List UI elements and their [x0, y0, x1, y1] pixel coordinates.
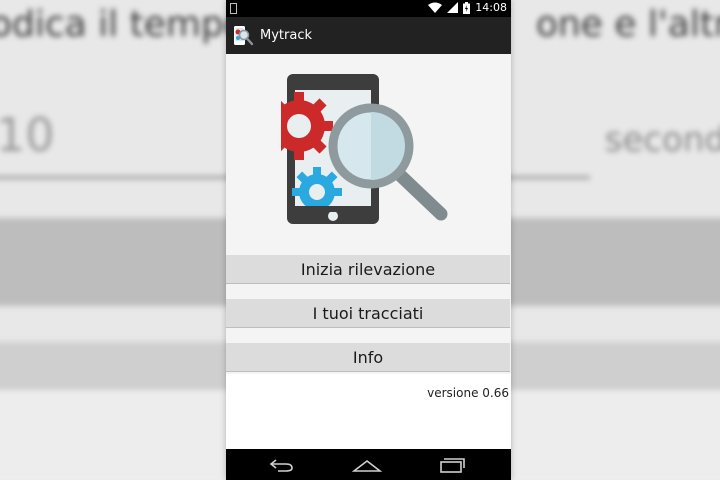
signal-icon — [447, 2, 459, 13]
recents-icon[interactable] — [438, 457, 466, 473]
status-bar: 14:08 — [226, 0, 511, 17]
status-time: 14:08 — [475, 1, 507, 14]
battery-icon — [463, 1, 471, 14]
phone-gears-magnifier-illustration — [281, 74, 448, 224]
background-number: 10 — [0, 108, 55, 162]
main-content: Inizia rilevazione I tuoi tracciati Info… — [226, 54, 511, 449]
your-tracks-button[interactable]: I tuoi tracciati — [226, 299, 510, 328]
footer-area: versione 0.66 — [226, 374, 511, 449]
version-label: versione 0.66 — [427, 386, 509, 400]
start-survey-button[interactable]: Inizia rilevazione — [226, 255, 510, 284]
info-button[interactable]: Info — [226, 343, 510, 372]
navigation-bar — [226, 449, 511, 480]
mytrack-app-icon[interactable] — [231, 24, 255, 48]
notification-icon — [230, 3, 237, 14]
home-icon[interactable] — [352, 457, 382, 473]
wifi-icon — [428, 2, 443, 13]
background-unit: second — [604, 120, 720, 160]
phone-screen: 14:08 Mytrack Inizia rilevazione I tuoi … — [226, 0, 511, 480]
action-bar: Mytrack — [226, 17, 511, 54]
back-icon[interactable] — [268, 457, 296, 473]
app-title: Mytrack — [260, 28, 312, 43]
